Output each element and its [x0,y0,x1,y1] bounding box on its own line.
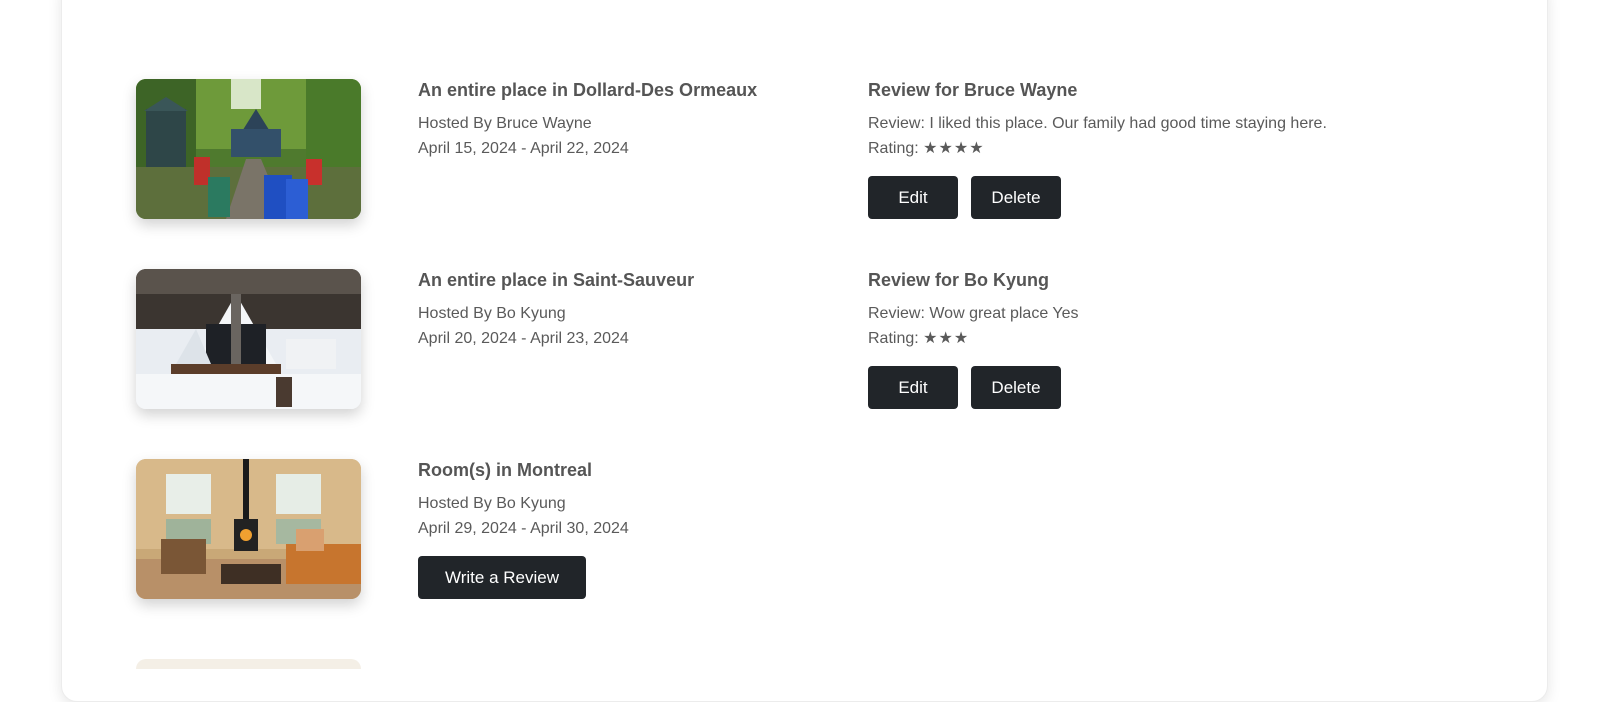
cabin-in-woods-image [136,79,361,219]
stay-dates: April 15, 2024 - April 22, 2024 [418,140,629,157]
review-text: Review: I liked this place. Our family h… [868,115,1327,132]
booking-thumbnail[interactable] [136,269,361,409]
rating-label: Rating: [868,140,919,157]
edit-review-button[interactable]: Edit [868,366,958,409]
review-text: Review: Wow great place Yes [868,305,1079,322]
listing-title: An entire place in Dollard-Des Ormeaux [418,80,758,100]
living-room-image [136,459,361,599]
rating-stars: ★★★★ [923,140,985,157]
rating-stars: ★★★ [923,330,970,347]
review-heading: Review for Bo Kyung [868,270,1050,290]
snowy-chalet-image [136,269,361,409]
booking-thumbnail[interactable] [136,79,361,219]
booking-item: Room(s) in Montreal Hosted By Bo Kyung A… [136,459,1436,609]
delete-review-button[interactable]: Delete [971,366,1061,409]
review-actions: Edit Delete [868,176,1428,219]
review-panel: Review for Bo Kyung Review: Wow great pl… [868,269,1428,409]
stay-dates: April 29, 2024 - April 30, 2024 [418,520,629,537]
booking-thumbnail[interactable] [136,459,361,599]
next-booking-thumbnail-partial [136,659,361,669]
edit-review-button[interactable]: Edit [868,176,958,219]
review-rating: Rating: ★★★ [868,326,1428,351]
review-actions: Edit Delete [868,366,1428,409]
delete-review-button[interactable]: Delete [971,176,1061,219]
listing-title: Room(s) in Montreal [418,460,592,480]
listing-title: An entire place in Saint-Sauveur [418,270,695,290]
review-rating: Rating: ★★★★ [868,136,1428,161]
review-heading: Review for Bruce Wayne [868,80,1078,100]
host-name: Hosted By Bruce Wayne [418,115,592,132]
host-name: Hosted By Bo Kyung [418,495,566,512]
booking-item: An entire place in Saint-Sauveur Hosted … [136,269,1436,419]
review-panel: Review for Bruce Wayne Review: I liked t… [868,79,1428,219]
write-review-button[interactable]: Write a Review [418,556,586,599]
booking-info: Room(s) in Montreal Hosted By Bo Kyung A… [418,459,838,599]
stay-dates: April 20, 2024 - April 23, 2024 [418,330,629,347]
booking-item: An entire place in Dollard-Des Ormeaux H… [136,79,1436,229]
booking-info: An entire place in Dollard-Des Ormeaux H… [418,79,838,161]
host-name: Hosted By Bo Kyung [418,305,566,322]
booking-info: An entire place in Saint-Sauveur Hosted … [418,269,838,351]
rating-label: Rating: [868,330,919,347]
